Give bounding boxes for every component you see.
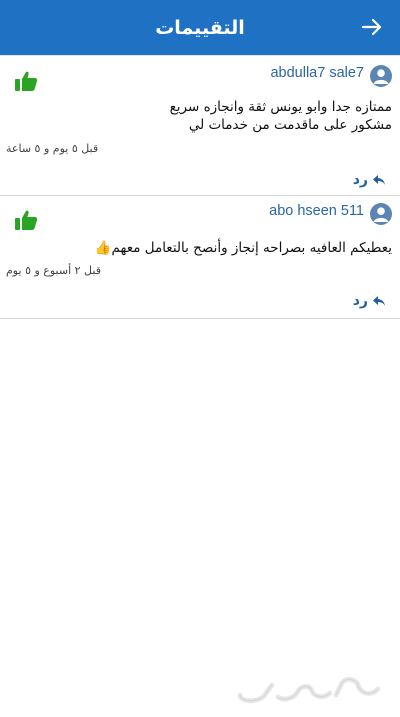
review-text-line: يعطيكم العافيه بصراحه إنجاز وأنصح بالتعا… <box>94 240 392 256</box>
user-icon <box>373 207 389 222</box>
reply-button[interactable]: رد <box>353 293 386 309</box>
reply-label: رد <box>352 172 368 188</box>
review-timestamp: قبل ٢ أسبوع و ٥ يوم <box>6 264 101 277</box>
review-card: abdulla7 sale7 ممتازه جدا وابو يونس ثقة … <box>0 55 400 196</box>
thumbs-up-icon <box>15 210 38 230</box>
review-username[interactable]: abo hseen 511 <box>269 203 364 219</box>
haraj-watermark-logo <box>237 676 381 704</box>
avatar[interactable] <box>370 203 392 225</box>
reply-button[interactable]: رد <box>353 172 386 188</box>
review-timestamp: قبل ٥ يوم و ٥ ساعة <box>6 142 99 155</box>
review-text: يعطيكم العافيه بصراحه إنجاز وأنصح بالتعا… <box>8 239 392 257</box>
top-app-bar: التقييمات <box>0 0 400 55</box>
thumbs-up-icon <box>15 71 38 91</box>
review-text-line: ممتازه جدا وابو يونس ثقة وانجازه سريع <box>169 99 392 115</box>
user-icon <box>373 69 389 84</box>
review-text-line: مشكور على ماقدمت من خدمات لي <box>188 117 392 133</box>
page-title: التقييمات <box>155 16 245 39</box>
review-text: ممتازه جدا وابو يونس ثقة وانجازه سريع مش… <box>8 98 392 134</box>
reply-icon <box>373 296 385 306</box>
arrow-right-icon[interactable] <box>360 15 384 39</box>
review-card: abo hseen 511 يعطيكم العافيه بصراحه إنجا… <box>0 196 400 319</box>
reply-label: رد <box>352 293 368 309</box>
review-username[interactable]: abdulla7 sale7 <box>270 65 364 81</box>
reply-icon <box>373 175 385 185</box>
avatar[interactable] <box>370 65 392 87</box>
